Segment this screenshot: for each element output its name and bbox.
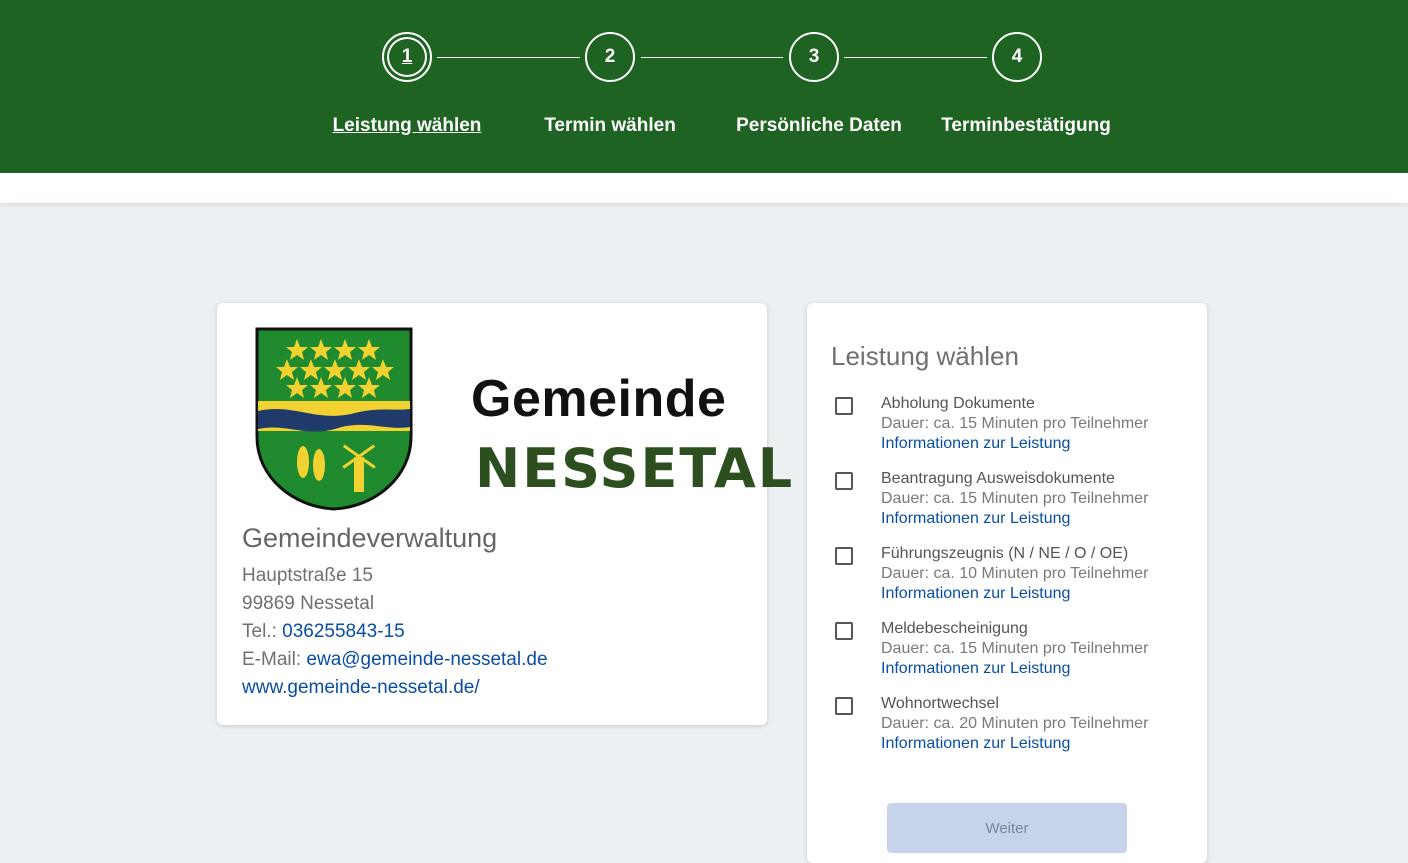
website-link[interactable]: www.gemeinde-nessetal.de/ — [242, 677, 480, 698]
service-name: Beantragung Ausweisdokumente — [881, 470, 1115, 487]
office-city: 99869 Nessetal — [242, 593, 375, 614]
email-link[interactable]: ewa@gemeinde-nessetal.de — [306, 649, 547, 670]
office-title: Gemeindeverwaltung — [242, 523, 498, 553]
municipality-logo: Gemeinde NESSETAL — [255, 327, 792, 512]
service-info-link[interactable]: Informationen zur Leistung — [881, 510, 1070, 528]
service-name: Wohnortwechsel — [881, 695, 999, 712]
office-card: Gemeinde NESSETAL Gemeindeverwaltung Hau… — [217, 303, 792, 725]
header-subbar — [0, 173, 1408, 203]
service-info-link[interactable]: Informationen zur Leistung — [881, 735, 1070, 753]
service-name: Abholung Dokumente — [881, 395, 1035, 412]
services-card: Leistung wählen Abholung Dokumente Dauer… — [807, 303, 1207, 863]
service-duration: Dauer: ca. 20 Minuten pro Teilnehmer — [881, 715, 1149, 732]
services-title: Leistung wählen — [831, 341, 1019, 371]
step-4-label[interactable]: Terminbestätigung — [941, 115, 1111, 137]
service-duration: Dauer: ca. 15 Minuten pro Teilnehmer — [881, 640, 1149, 657]
office-website-row: www.gemeinde-nessetal.de/ — [242, 677, 480, 699]
step-1-label[interactable]: Leistung wählen — [333, 115, 482, 137]
service-checkbox[interactable] — [835, 547, 853, 565]
office-email-row: E-Mail: ewa@gemeinde-nessetal.de — [242, 649, 548, 671]
step-4-circle[interactable]: 4 — [992, 32, 1042, 82]
office-street: Hauptstraße 15 — [242, 565, 373, 586]
phone-link[interactable]: 036255843-15 — [282, 621, 405, 642]
email-prefix: E-Mail: — [242, 649, 302, 670]
service-duration: Dauer: ca. 10 Minuten pro Teilnehmer — [881, 565, 1149, 582]
coat-of-arms-icon — [255, 327, 413, 511]
step-2-label[interactable]: Termin wählen — [544, 115, 676, 137]
service-name: Führungszeugnis (N / NE / O / OE) — [881, 545, 1129, 562]
service-checkbox[interactable] — [835, 622, 853, 640]
header-bar: 1 2 3 4 Leistung wählen Termin wählen Pe… — [0, 0, 1408, 173]
service-info-link[interactable]: Informationen zur Leistung — [881, 585, 1070, 603]
step-connector — [641, 57, 783, 58]
step-2-circle[interactable]: 2 — [585, 32, 635, 82]
phone-prefix: Tel.: — [242, 621, 277, 642]
step-1-circle[interactable]: 1 — [382, 32, 432, 82]
service-info-link[interactable]: Informationen zur Leistung — [881, 660, 1070, 678]
office-phone-row: Tel.: 036255843-15 — [242, 621, 405, 643]
step-connector — [437, 57, 580, 58]
service-duration: Dauer: ca. 15 Minuten pro Teilnehmer — [881, 415, 1149, 432]
service-checkbox[interactable] — [835, 397, 853, 415]
next-button[interactable]: Weiter — [887, 803, 1127, 853]
service-checkbox[interactable] — [835, 472, 853, 490]
step-connector — [844, 57, 987, 58]
service-info-link[interactable]: Informationen zur Leistung — [881, 435, 1070, 453]
logo-text-nessetal: NESSETAL — [475, 437, 795, 500]
step-3-label[interactable]: Persönliche Daten — [736, 115, 902, 137]
service-duration: Dauer: ca. 15 Minuten pro Teilnehmer — [881, 490, 1149, 507]
service-name: Meldebescheinigung — [881, 620, 1028, 637]
logo-text-gemeinde: Gemeinde — [471, 370, 727, 428]
service-checkbox[interactable] — [835, 697, 853, 715]
step-3-circle[interactable]: 3 — [789, 32, 839, 82]
